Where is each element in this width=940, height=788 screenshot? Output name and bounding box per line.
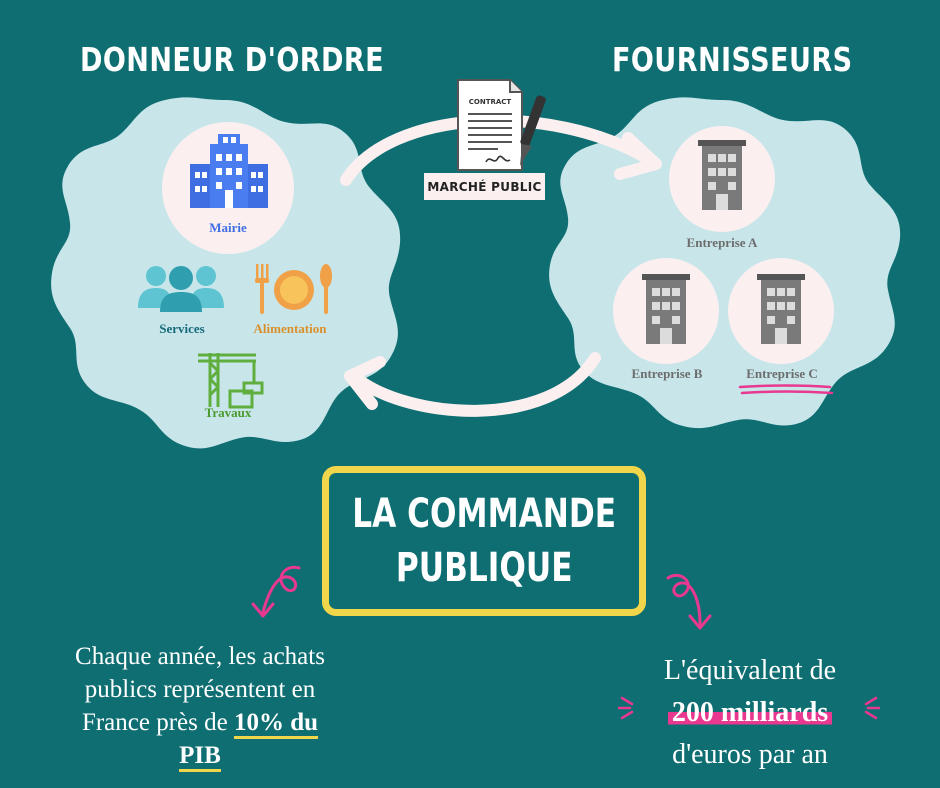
curly-arrow-left-icon <box>251 565 301 618</box>
building-icon <box>757 274 805 344</box>
fact-left-line-4: PIB <box>30 739 370 772</box>
heading-fournisseurs: FOURNISSEURS <box>612 40 853 79</box>
title-line-1: LA COMMANDE <box>352 491 616 537</box>
fact-left-highlight-1: 10% du <box>233 709 319 739</box>
people-icon <box>138 266 224 312</box>
building-icon <box>642 274 690 344</box>
contract-doc-label: CONTRACT <box>469 98 512 106</box>
curly-arrow-right-icon <box>666 573 712 630</box>
fact-left-line-2: publics représentent en <box>84 676 316 703</box>
marche-public-tag: MARCHÉ PUBLIC <box>424 173 545 200</box>
services-label: Services <box>159 321 205 336</box>
building-icon <box>698 140 746 210</box>
fact-right-line-3: d'euros par an <box>672 739 828 770</box>
highlight-underline <box>738 384 834 395</box>
sparkle-marks <box>618 696 880 720</box>
fact-left: Chaque année, les achats publics représe… <box>30 640 370 772</box>
fact-right-line-1: L'équivalent de <box>663 655 837 686</box>
fact-left-line-3-pre: France près de <box>81 709 234 736</box>
plate-icon <box>255 264 332 314</box>
travaux-label: Travaux <box>204 405 252 420</box>
fact-left-line-3: France près de 10% du <box>30 706 370 739</box>
title-line-2: PUBLIQUE <box>395 545 573 591</box>
crane-icon <box>198 353 264 409</box>
city-hall-icon <box>190 134 268 208</box>
title-box: LA COMMANDE PUBLIQUE <box>322 466 646 616</box>
entreprise-c-label: Entreprise C <box>746 366 818 381</box>
fact-left-highlight-2: PIB <box>179 742 221 772</box>
fact-left-line-1: Chaque année, les achats <box>75 643 325 670</box>
heading-donneur-ordre: DONNEUR D'ORDRE <box>80 40 385 79</box>
entreprise-b-label: Entreprise B <box>631 366 703 381</box>
pen-icon <box>520 95 546 166</box>
alimentation-label: Alimentation <box>253 321 327 336</box>
entreprise-a-label: Entreprise A <box>686 235 758 250</box>
mairie-label: Mairie <box>209 220 247 235</box>
